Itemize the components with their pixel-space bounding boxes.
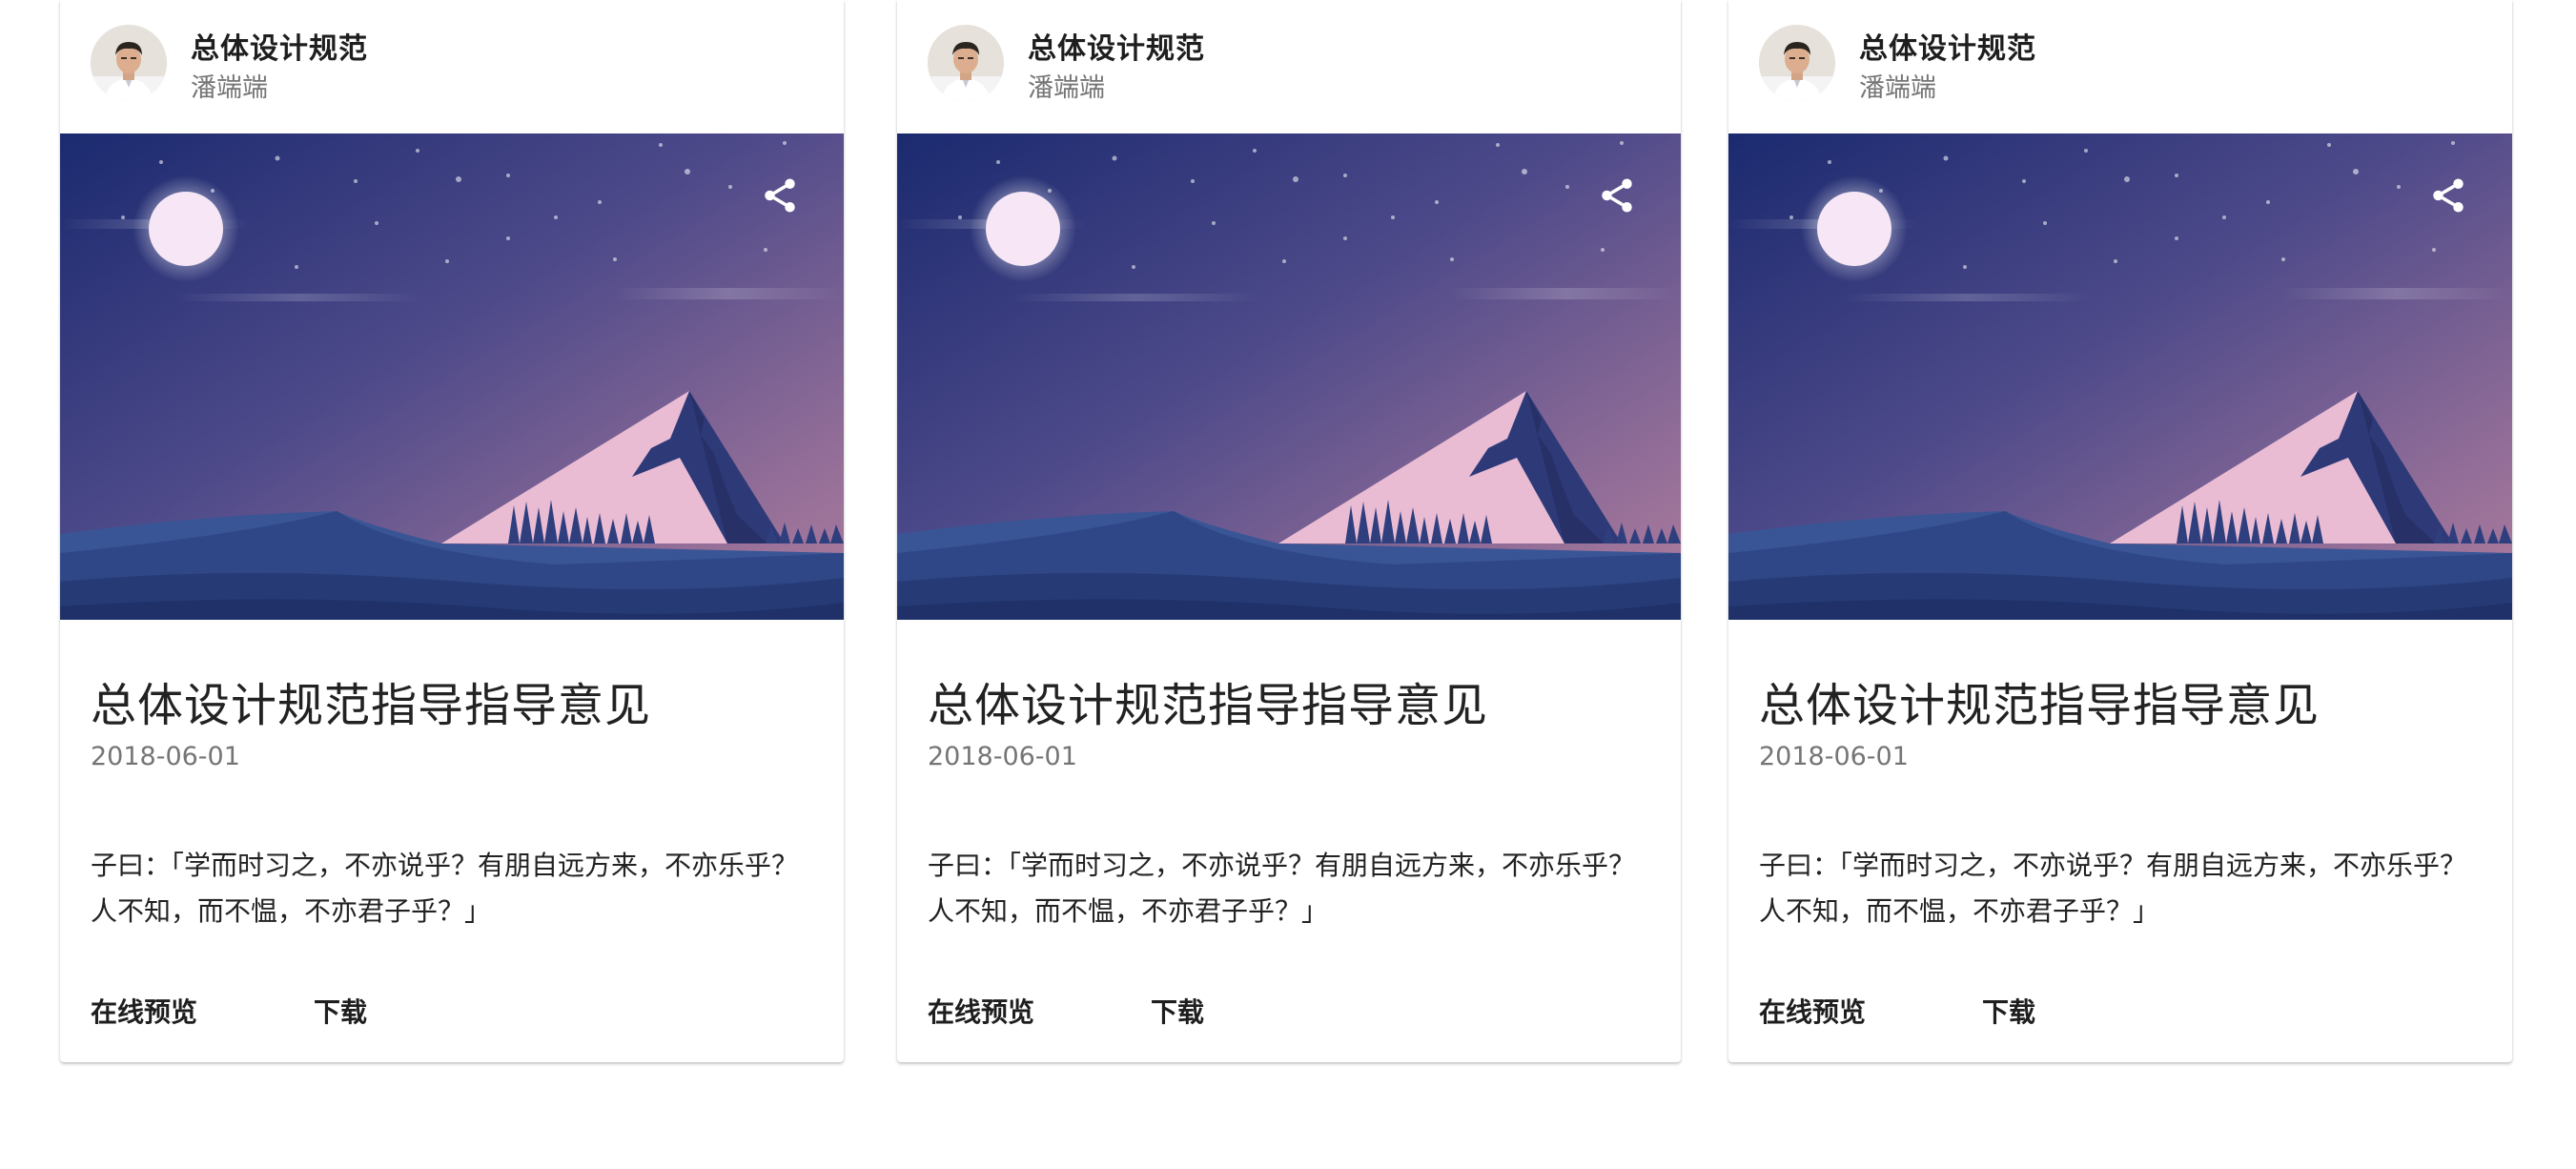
card-body-text: 子曰：「学而时习之，不亦说乎？有朋自远方来，不亦乐乎？ 人不知，而不愠，不亦君子…: [91, 843, 825, 934]
card-header: 总体设计规范 潘端端: [60, 0, 844, 133]
share-button[interactable]: [1593, 172, 1641, 219]
share-icon: [1602, 178, 1632, 213]
card-subtitle: 潘端端: [191, 73, 268, 103]
share-button[interactable]: [2424, 172, 2472, 219]
avatar[interactable]: [928, 25, 1004, 101]
preview-online-button[interactable]: 在线预览: [912, 982, 1050, 1043]
card-body-text: 子曰：「学而时习之，不亦说乎？有朋自远方来，不亦乐乎？ 人不知，而不愠，不亦君子…: [1759, 843, 2493, 934]
card-subtitle: 潘端端: [1859, 73, 1936, 103]
card-media-image: [897, 133, 1681, 620]
card-date: 2018-06-01: [91, 742, 240, 771]
card-title: 总体设计规范: [191, 32, 368, 66]
avatar[interactable]: [91, 25, 167, 101]
share-icon: [2433, 178, 2464, 213]
card-header: 总体设计规范 潘端端: [1728, 0, 2512, 133]
card-media-image: [60, 133, 844, 620]
card-title: 总体设计规范: [1028, 32, 1205, 66]
card-body-line: 子曰：「学而时习之，不亦说乎？有朋自远方来，不亦乐乎？: [91, 850, 799, 881]
card-heading: 总体设计规范指导指导意见: [1759, 679, 2320, 732]
share-icon: [765, 178, 795, 213]
document-card: 总体设计规范 潘端端 总体设计规范指导指导意见 2018-06-01 子曰：「学…: [60, 0, 844, 1062]
document-card: 总体设计规范 潘端端 总体设计规范指导指导意见 2018-06-01 子曰：「学…: [1728, 0, 2512, 1062]
card-date: 2018-06-01: [928, 742, 1077, 771]
card-body-line: 人不知，而不愠，不亦君子乎？」: [1759, 895, 2160, 927]
card-header: 总体设计规范 潘端端: [897, 0, 1681, 133]
card-body-line: 子曰：「学而时习之，不亦说乎？有朋自远方来，不亦乐乎？: [928, 850, 1636, 881]
card-body-text: 子曰：「学而时习之，不亦说乎？有朋自远方来，不亦乐乎？ 人不知，而不愠，不亦君子…: [928, 843, 1662, 934]
card-body-line: 人不知，而不愠，不亦君子乎？」: [928, 895, 1329, 927]
card-date: 2018-06-01: [1759, 742, 1909, 771]
preview-online-button[interactable]: 在线预览: [1744, 982, 1881, 1043]
download-button[interactable]: 下载: [298, 982, 382, 1043]
document-card: 总体设计规范 潘端端 总体设计规范指导指导意见 2018-06-01 子曰：「学…: [897, 0, 1681, 1062]
card-heading: 总体设计规范指导指导意见: [928, 679, 1489, 732]
card-subtitle: 潘端端: [1028, 73, 1105, 103]
card-heading: 总体设计规范指导指导意见: [91, 679, 652, 732]
preview-online-button[interactable]: 在线预览: [75, 982, 213, 1043]
download-button[interactable]: 下载: [1135, 982, 1219, 1043]
download-button[interactable]: 下载: [1967, 982, 2051, 1043]
card-body-line: 子曰：「学而时习之，不亦说乎？有朋自远方来，不亦乐乎？: [1759, 850, 2467, 881]
share-button[interactable]: [756, 172, 804, 219]
card-media-image: [1728, 133, 2512, 620]
card-title: 总体设计规范: [1859, 32, 2036, 66]
avatar[interactable]: [1759, 25, 1835, 101]
card-body-line: 人不知，而不愠，不亦君子乎？」: [91, 895, 492, 927]
